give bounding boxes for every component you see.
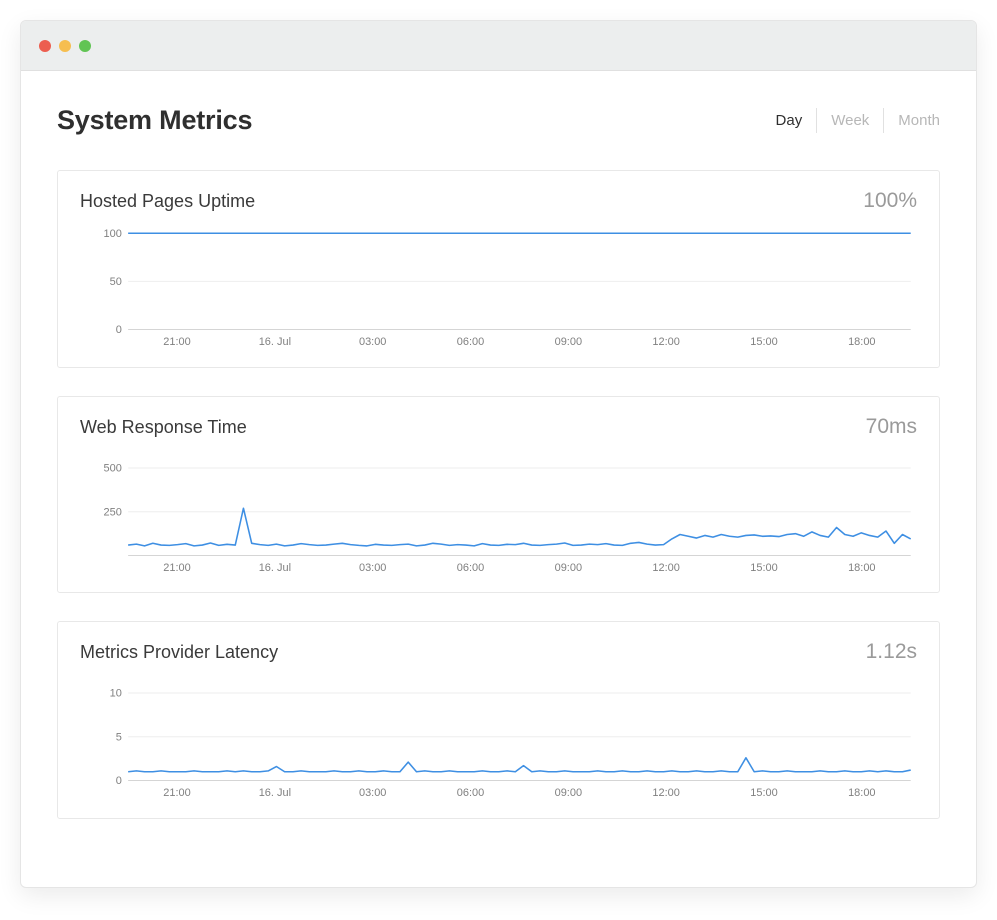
card-title: Hosted Pages Uptime (80, 191, 255, 212)
svg-text:06:00: 06:00 (457, 787, 484, 799)
card-header: Web Response Time 70ms (80, 415, 917, 439)
svg-text:16. Jul: 16. Jul (259, 336, 291, 348)
tab-day[interactable]: Day (762, 108, 818, 133)
chart-latency: 0 5 10 21:00 16. Jul 03:00 06:00 09:00 12:00 15:0… (80, 678, 917, 804)
close-icon[interactable] (39, 40, 51, 52)
minimize-icon[interactable] (59, 40, 71, 52)
svg-text:03:00: 03:00 (359, 562, 386, 574)
svg-text:21:00: 21:00 (163, 562, 190, 574)
svg-text:18:00: 18:00 (848, 336, 875, 348)
svg-text:21:00: 21:00 (163, 336, 190, 348)
svg-text:12:00: 12:00 (652, 787, 679, 799)
window-titlebar (21, 21, 976, 71)
svg-text:250: 250 (104, 506, 122, 518)
svg-text:06:00: 06:00 (457, 562, 484, 574)
card-value: 1.12s (866, 640, 917, 664)
svg-text:16. Jul: 16. Jul (259, 787, 291, 799)
svg-text:18:00: 18:00 (848, 562, 875, 574)
card-uptime: Hosted Pages Uptime 100% 0 50 100 21:00 16. … (57, 170, 940, 368)
chart-response: 250 500 21:00 16. Jul 03:00 06:00 09:00 12:00 15… (80, 453, 917, 579)
svg-text:06:00: 06:00 (457, 336, 484, 348)
svg-text:09:00: 09:00 (555, 562, 582, 574)
chart-svg: 250 500 21:00 16. Jul 03:00 06:00 09:00 12:00 15… (80, 453, 917, 579)
svg-text:16. Jul: 16. Jul (259, 562, 291, 574)
svg-text:12:00: 12:00 (652, 562, 679, 574)
card-title: Web Response Time (80, 417, 247, 438)
card-value: 100% (863, 189, 917, 213)
svg-text:15:00: 15:00 (750, 787, 777, 799)
tab-week[interactable]: Week (817, 108, 884, 133)
svg-text:03:00: 03:00 (359, 336, 386, 348)
content-area: System Metrics Day Week Month Hosted Pag… (21, 71, 976, 887)
svg-text:18:00: 18:00 (848, 787, 875, 799)
app-window: System Metrics Day Week Month Hosted Pag… (20, 20, 977, 888)
svg-text:10: 10 (110, 688, 122, 700)
window-traffic-lights (39, 40, 91, 52)
page-title: System Metrics (57, 105, 252, 136)
card-title: Metrics Provider Latency (80, 642, 278, 663)
card-latency: Metrics Provider Latency 1.12s 0 5 10 21:00… (57, 621, 940, 819)
chart-svg: 0 50 100 21:00 16. Jul 03:00 06:00 09:00 12:00 15… (80, 227, 917, 353)
card-value: 70ms (866, 415, 917, 439)
svg-text:03:00: 03:00 (359, 787, 386, 799)
svg-text:21:00: 21:00 (163, 787, 190, 799)
svg-text:09:00: 09:00 (555, 336, 582, 348)
svg-text:09:00: 09:00 (555, 787, 582, 799)
time-range-tabs: Day Week Month (762, 108, 940, 133)
svg-text:15:00: 15:00 (750, 562, 777, 574)
chart-svg: 0 5 10 21:00 16. Jul 03:00 06:00 09:00 12:00 15:0… (80, 678, 917, 804)
svg-text:0: 0 (116, 775, 122, 787)
card-response: Web Response Time 70ms 250 500 21:00 16. Ju… (57, 396, 940, 594)
card-header: Metrics Provider Latency 1.12s (80, 640, 917, 664)
svg-text:5: 5 (116, 732, 122, 744)
card-header: Hosted Pages Uptime 100% (80, 189, 917, 213)
chart-uptime: 0 50 100 21:00 16. Jul 03:00 06:00 09:00 12:00 15… (80, 227, 917, 353)
svg-text:12:00: 12:00 (652, 336, 679, 348)
page-header: System Metrics Day Week Month (57, 105, 940, 136)
svg-text:50: 50 (110, 276, 122, 288)
svg-text:15:00: 15:00 (750, 336, 777, 348)
svg-text:500: 500 (104, 462, 122, 474)
maximize-icon[interactable] (79, 40, 91, 52)
svg-text:100: 100 (104, 228, 122, 240)
svg-text:0: 0 (116, 324, 122, 336)
tab-month[interactable]: Month (884, 108, 940, 133)
